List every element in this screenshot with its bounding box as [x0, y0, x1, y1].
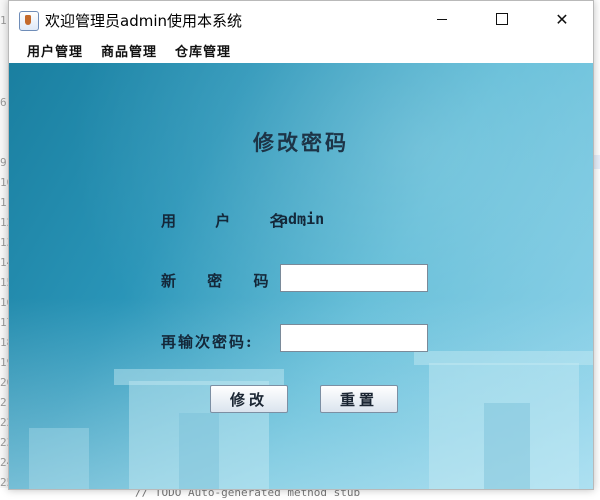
confirm-password-label: 再输次密码: — [161, 333, 254, 351]
password-change-window: 欢迎管理员admin使用本系统 ✕ 用户管理 商品管理 仓库管理 修改密码 用 … — [8, 0, 594, 490]
java-app-icon — [19, 11, 39, 31]
menu-user-management[interactable]: 用户管理 — [27, 41, 83, 60]
content-panel: 修改密码 用 户 名: admin 新 密 码: 再输次密码: 修改 重置 — [9, 63, 593, 489]
line-number: 9 — [0, 156, 7, 169]
minimize-button[interactable] — [419, 1, 465, 37]
line-number: 6 — [0, 96, 7, 109]
background-building — [29, 428, 89, 489]
menu-bar: 用户管理 商品管理 仓库管理 — [9, 37, 593, 63]
menu-warehouse-management[interactable]: 仓库管理 — [175, 41, 231, 60]
title-bar[interactable]: 欢迎管理员admin使用本系统 ✕ — [9, 1, 593, 37]
reset-button[interactable]: 重置 — [320, 385, 398, 413]
window-title: 欢迎管理员admin使用本系统 — [45, 12, 243, 30]
close-button[interactable]: ✕ — [539, 1, 585, 37]
form-title: 修改密码 — [253, 130, 349, 155]
line-number: 1 — [0, 14, 7, 27]
minimize-icon — [437, 18, 447, 20]
background-building-door — [484, 403, 530, 489]
username-value: admin — [279, 210, 325, 228]
menu-product-management[interactable]: 商品管理 — [101, 41, 157, 60]
new-password-field[interactable] — [280, 264, 428, 292]
maximize-icon — [496, 13, 508, 25]
close-icon: ✕ — [555, 9, 569, 29]
modify-button[interactable]: 修改 — [210, 385, 288, 413]
maximize-button[interactable] — [479, 1, 525, 37]
background-gate-door — [179, 413, 219, 489]
confirm-password-field[interactable] — [280, 324, 428, 352]
